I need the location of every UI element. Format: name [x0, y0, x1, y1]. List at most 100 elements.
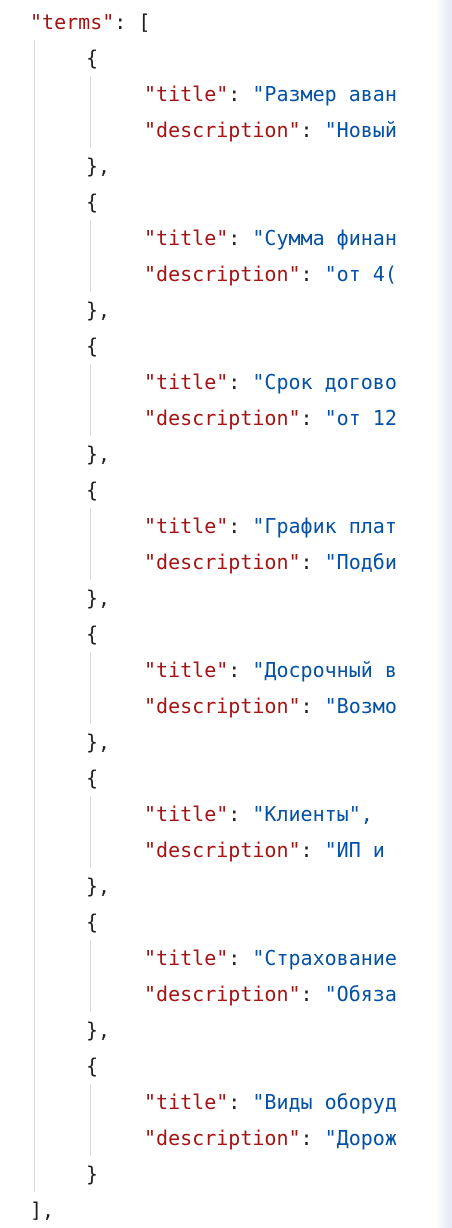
description-value: "Обяза: [324, 982, 397, 1006]
colon: :: [228, 802, 253, 826]
code-line-title: "title": "Размер аван: [144, 76, 397, 112]
close-brace: },: [86, 154, 111, 178]
close-brace: },: [86, 874, 111, 898]
description-key: "description": [144, 118, 301, 142]
title-value: "Сумма финан: [252, 226, 397, 250]
code-line-object-open: {: [86, 904, 98, 940]
title-key: "title": [144, 514, 229, 538]
code-line-object-close: },: [86, 868, 110, 904]
code-line-object-open: {: [86, 328, 98, 364]
code-line-object-close: },: [86, 580, 110, 616]
close-brace: },: [86, 586, 111, 610]
title-key: "title": [144, 82, 229, 106]
indent-guide-inner: [90, 652, 91, 724]
code-line-description: "description": "Подби: [144, 544, 397, 580]
colon: :: [300, 1126, 325, 1150]
code-line-object-open: {: [86, 616, 98, 652]
description-value: "ИП и: [324, 838, 385, 862]
code-line-title: "title": "Страхование: [144, 940, 397, 976]
colon: :: [228, 226, 253, 250]
indent-guide-inner: [90, 76, 91, 148]
description-value: "Возмо: [324, 694, 397, 718]
editor-overflow-shadow: [436, 0, 452, 1228]
indent-guide-inner: [90, 364, 91, 436]
open-brace: {: [86, 1054, 99, 1078]
code-line-description: "description": "Возмо: [144, 688, 397, 724]
description-value: "Новый: [324, 118, 397, 142]
title-key: "title": [144, 370, 229, 394]
code-line-title: "title": "Виды оборуд: [144, 1084, 397, 1120]
colon: :: [300, 982, 325, 1006]
colon: :: [300, 694, 325, 718]
close-brace: }: [86, 1162, 99, 1186]
code-line-object-open: {: [86, 1048, 98, 1084]
description-key: "description": [144, 838, 301, 862]
title-value: "Срок догово: [252, 370, 397, 394]
code-line-object-close: },: [86, 292, 110, 328]
description-key: "description": [144, 1126, 301, 1150]
code-line-object-close: }: [86, 1156, 98, 1192]
title-value: "Страхование: [252, 946, 397, 970]
description-key: "description": [144, 694, 301, 718]
open-brace: {: [86, 190, 99, 214]
description-value: "Подби: [324, 550, 397, 574]
code-line-title: "title": "График плат: [144, 508, 397, 544]
indent-guide-inner: [90, 940, 91, 1012]
code-line-object-close: },: [86, 1012, 110, 1048]
description-value: "от 12: [324, 406, 397, 430]
close-bracket: ],: [30, 1198, 55, 1222]
close-brace: },: [86, 1018, 111, 1042]
indent-guide-outer: [34, 40, 35, 1192]
description-value: "от 4(: [324, 262, 397, 286]
colon: :: [228, 946, 253, 970]
code-line-description: "description": "Дорож: [144, 1120, 397, 1156]
description-value: "Дорож: [324, 1126, 397, 1150]
description-key: "description": [144, 550, 301, 574]
close-brace: },: [86, 442, 111, 466]
colon: :: [300, 262, 325, 286]
description-key: "description": [144, 262, 301, 286]
code-line-object-close: },: [86, 724, 110, 760]
open-brace: {: [86, 334, 99, 358]
code-line-description: "description": "от 4(: [144, 256, 397, 292]
colon: :: [228, 658, 253, 682]
colon: :: [228, 370, 253, 394]
indent-guide-inner: [90, 220, 91, 292]
open-brace: {: [86, 910, 99, 934]
open-brace: {: [86, 478, 99, 502]
code-line-description: "description": "от 12: [144, 400, 397, 436]
colon: :: [228, 514, 253, 538]
title-value: "Размер аван: [252, 82, 397, 106]
colon: :: [228, 1090, 253, 1114]
title-value: "Виды оборуд: [252, 1090, 397, 1114]
open-bracket: [: [138, 10, 151, 34]
code-line-title: "title": "Клиенты",: [144, 796, 373, 832]
colon: :: [300, 550, 325, 574]
code-line-root-key: "terms": [: [30, 4, 150, 40]
code-line-description: "description": "Новый: [144, 112, 397, 148]
code-line-object-open: {: [86, 760, 98, 796]
colon: :: [300, 118, 325, 142]
code-line-title: "title": "Досрочный в: [144, 652, 397, 688]
close-brace: },: [86, 730, 111, 754]
title-key: "title": [144, 1090, 229, 1114]
title-value: "Клиенты",: [252, 802, 373, 826]
title-key: "title": [144, 658, 229, 682]
code-line-object-close: },: [86, 436, 110, 472]
code-line-object-open: {: [86, 184, 98, 220]
open-brace: {: [86, 766, 99, 790]
colon: :: [228, 82, 253, 106]
description-key: "description": [144, 982, 301, 1006]
description-key: "description": [144, 406, 301, 430]
code-line-title: "title": "Сумма финан: [144, 220, 397, 256]
colon: :: [114, 10, 139, 34]
code-line-object-open: {: [86, 40, 98, 76]
title-value: "График плат: [252, 514, 397, 538]
indent-guide-inner: [90, 508, 91, 580]
colon: :: [300, 838, 325, 862]
close-brace: },: [86, 298, 111, 322]
title-key: "title": [144, 946, 229, 970]
indent-guide-inner: [90, 1084, 91, 1156]
root-key: "terms": [30, 10, 115, 34]
title-key: "title": [144, 802, 229, 826]
